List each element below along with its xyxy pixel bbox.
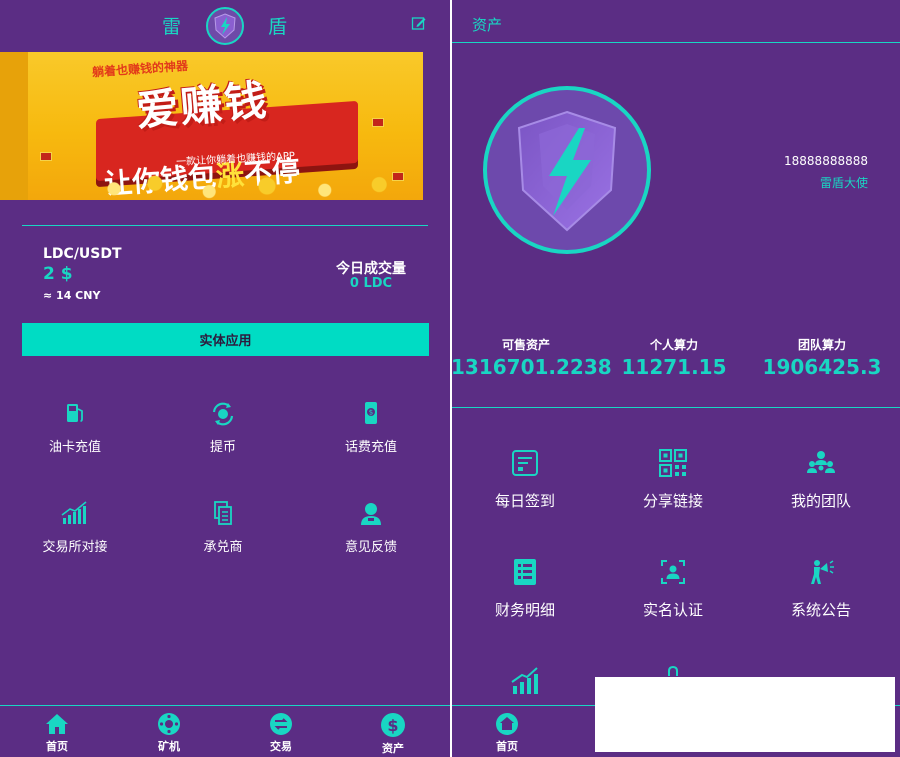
grid-item-real-name[interactable]: 实名认证 <box>608 557 738 620</box>
apply-button[interactable]: 实体应用 <box>22 323 429 356</box>
home-icon <box>46 714 68 734</box>
grid-item-label: 系统公告 <box>790 601 851 619</box>
grid-item-label: 承兑商 <box>203 540 243 555</box>
phone-recharge-icon: $ <box>365 402 377 424</box>
ledger-icon <box>514 559 536 585</box>
stat-label: 个人算力 <box>649 338 698 352</box>
grid-item-share-link[interactable]: 分享链接 <box>608 448 738 511</box>
user-role: 雷盾大使 <box>819 176 868 190</box>
nav-home[interactable]: 首页 <box>27 712 87 754</box>
grid-item-gas-recharge[interactable]: 油卡充值 <box>15 400 135 455</box>
coins-decoration <box>80 172 420 200</box>
grid-item-daily-checkin[interactable]: 每日签到 <box>460 448 590 511</box>
grid-item-label: 财务明细 <box>494 601 555 619</box>
id-scan-icon <box>661 560 685 584</box>
grid-item-label: 意见反馈 <box>344 540 397 555</box>
stat-label: 可售资产 <box>501 338 550 352</box>
grid-item-label: 我的团队 <box>790 492 851 510</box>
lock-icon <box>668 666 678 676</box>
nav-trade[interactable]: 交易 <box>251 712 311 754</box>
grid-item-label: 交易所对接 <box>42 540 108 555</box>
grid-item-partial[interactable] <box>460 666 590 696</box>
grid-item-label: 分享链接 <box>642 492 703 510</box>
header-title-right: 盾 <box>268 16 288 38</box>
grid-item-withdraw[interactable]: 提币 <box>163 400 283 455</box>
stat-value: 1316701.2238 <box>452 355 612 379</box>
grid-item-finance-details[interactable]: 财务明细 <box>460 557 590 620</box>
gift-icon <box>40 152 52 161</box>
trading-pair: LDC/USDT <box>43 246 122 262</box>
stat-label: 团队算力 <box>797 338 846 352</box>
home-header: 雷 盾 <box>0 0 450 48</box>
edit-icon[interactable] <box>411 15 427 31</box>
documents-icon <box>214 501 232 525</box>
home-icon <box>496 713 518 735</box>
promo-banner[interactable]: 躺着也赚钱的神器 爱赚钱 让你钱包涨不停 一款让你躺着也赚钱的APP <box>0 52 423 200</box>
nav-label: 首页 <box>46 740 68 753</box>
stat-sellable-assets: 可售资产 1316701.2238 <box>452 336 612 379</box>
grid-item-label: 每日签到 <box>494 492 555 510</box>
grid-item-announcement[interactable]: 系统公告 <box>756 557 886 620</box>
stat-value: 11271.15 <box>621 355 727 379</box>
grid-item-phone-recharge[interactable]: $ 话费充值 <box>311 400 431 455</box>
gift-icon <box>392 172 404 181</box>
bottom-nav: 首页 矿机 交易 $ 资产 <box>0 705 450 757</box>
user-feedback-icon <box>361 503 381 525</box>
logo-icon <box>206 7 244 45</box>
chart-up-icon <box>61 501 87 524</box>
nav-assets[interactable]: $ 资产 <box>363 712 423 756</box>
chart-up-icon <box>511 667 538 694</box>
volume-value: 0 LDC <box>349 276 393 291</box>
miner-icon <box>158 713 180 735</box>
banner-title: 爱赚钱 <box>134 75 271 136</box>
gift-icon <box>372 118 384 127</box>
header-divider <box>452 42 900 43</box>
stat-personal-hashrate: 个人算力 11271.15 <box>599 336 749 379</box>
nav-miner[interactable]: 矿机 <box>139 712 199 754</box>
refresh-coin-icon <box>212 402 234 426</box>
stats-divider <box>452 407 900 408</box>
dollar-icon: $ <box>381 713 405 737</box>
nav-label: 交易 <box>270 740 292 753</box>
volume-label: 今日成交量 <box>336 261 406 277</box>
assets-screen: 资产 18888888888 雷盾大使 可售资产 1316701.2238 个人… <box>452 0 900 757</box>
exchange-icon <box>270 713 292 735</box>
price-cny: ≈ 14 CNY <box>43 289 101 302</box>
grid-item-exchange[interactable]: 交易所对接 <box>15 500 135 555</box>
price-usd: 2 $ <box>43 264 73 284</box>
banner-edge <box>0 52 28 200</box>
svg-text:$: $ <box>387 716 398 735</box>
page-title: 资产 <box>472 16 503 34</box>
blank-overlay <box>595 677 895 752</box>
home-screen: 雷 盾 躺着也赚钱的神器 爱赚钱 让你钱包涨不停 一款让你躺着也赚钱的APP L… <box>0 0 450 757</box>
grid-item-label: 提币 <box>209 440 236 455</box>
team-icon <box>807 451 835 473</box>
checkin-icon <box>512 450 538 476</box>
grid-item-label: 话费充值 <box>344 440 397 455</box>
nav-label: 首页 <box>496 740 518 753</box>
grid-item-acceptor[interactable]: 承兑商 <box>163 500 283 555</box>
stat-team-hashrate: 团队算力 1906425.3 <box>747 336 897 379</box>
qrcode-icon <box>659 449 687 477</box>
gas-pump-icon <box>67 404 83 422</box>
nav-label: 资产 <box>382 742 404 755</box>
nav-home[interactable]: 首页 <box>477 712 537 754</box>
announcement-icon <box>811 560 834 584</box>
header-title-left: 雷 <box>162 16 182 38</box>
shield-logo-icon <box>517 110 617 232</box>
grid-item-feedback[interactable]: 意见反馈 <box>311 500 431 555</box>
grid-item-label: 油卡充值 <box>48 440 101 455</box>
nav-label: 矿机 <box>158 740 180 753</box>
svg-text:$: $ <box>369 409 373 417</box>
user-phone: 18888888888 <box>784 154 868 168</box>
avatar[interactable] <box>483 86 651 254</box>
stat-value: 1906425.3 <box>762 355 882 379</box>
grid-item-label: 实名认证 <box>642 601 703 619</box>
grid-item-my-team[interactable]: 我的团队 <box>756 448 886 511</box>
divider <box>22 225 428 226</box>
